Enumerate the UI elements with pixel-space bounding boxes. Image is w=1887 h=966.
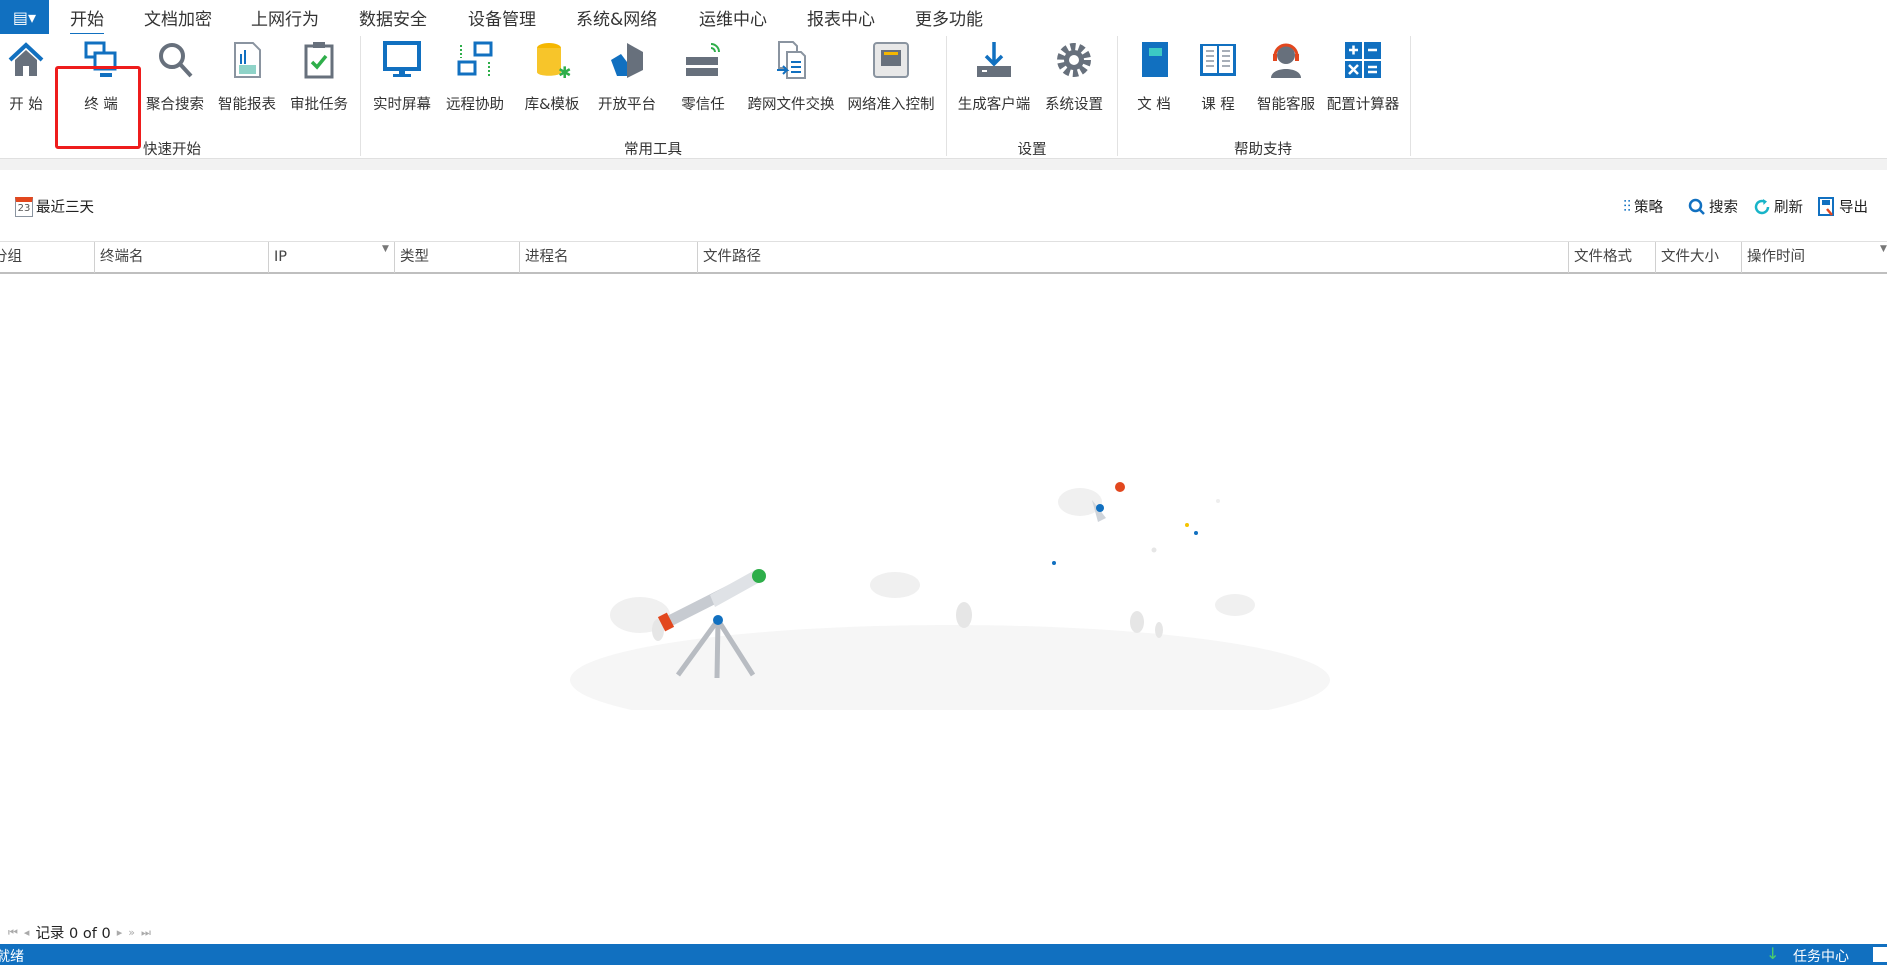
column-header-process-name[interactable]: 进程名 xyxy=(519,242,697,273)
menu-tab-bar: ▤▾ 开始 文档加密 上网行为 数据安全 设备管理 系统&网络 运维中心 报表中… xyxy=(0,0,1887,36)
next-group-icon[interactable]: » xyxy=(128,926,135,939)
download-icon xyxy=(977,42,1011,77)
first-page-icon[interactable]: ⏮ xyxy=(8,926,18,940)
ribbon-config-calculator-button[interactable]: 配置计算器 xyxy=(1323,40,1403,120)
group-label-common-tools: 常用工具 xyxy=(624,142,682,158)
status-text: 就绪 xyxy=(0,949,24,965)
search-icon xyxy=(1688,198,1705,215)
tab-ops-center[interactable]: 运维中心 xyxy=(699,5,767,30)
export-button[interactable]: 导出 xyxy=(1818,196,1868,217)
open-book-icon xyxy=(1200,44,1236,76)
app-menu-icon: ▤▾ xyxy=(12,7,37,27)
column-header-group[interactable]: 分组 xyxy=(0,242,94,273)
tab-device-mgmt[interactable]: 设备管理 xyxy=(468,5,536,30)
calendar-icon: 23 xyxy=(15,196,33,217)
filter-icon[interactable]: ▼ xyxy=(382,244,389,254)
list-toolbar: 23 最近三天 ⫶⫶ 策略 搜索 刷新 导出 xyxy=(0,190,1887,222)
ribbon-network-access-button[interactable]: 网络准入控制 xyxy=(848,40,935,120)
tab-report-center[interactable]: 报表中心 xyxy=(807,5,875,30)
column-header-operation-time[interactable]: 操作时间 xyxy=(1741,242,1887,273)
remote-assist-icon xyxy=(457,41,493,76)
search-icon xyxy=(159,43,193,78)
tab-data-security[interactable]: 数据安全 xyxy=(359,5,427,30)
refresh-icon xyxy=(1754,198,1770,214)
sliders-icon: ⫶⫶ xyxy=(1623,196,1632,216)
column-header-file-path[interactable]: 文件路径 xyxy=(697,242,1568,273)
group-divider xyxy=(1117,36,1118,156)
tab-start[interactable]: 开始 xyxy=(70,5,104,36)
book-icon xyxy=(1142,42,1168,77)
policy-button[interactable]: ⫶⫶ 策略 xyxy=(1623,196,1663,217)
next-page-icon[interactable]: ▸ xyxy=(117,926,123,939)
network-port-icon xyxy=(873,42,909,78)
database-icon: ✱ xyxy=(537,43,571,80)
home-icon xyxy=(8,42,44,76)
task-center-button[interactable]: 任务中心 xyxy=(1793,946,1849,966)
calculator-icon xyxy=(1345,42,1381,78)
report-icon xyxy=(234,42,261,78)
group-label-help: 帮助支持 xyxy=(1234,142,1292,158)
group-divider xyxy=(946,36,947,156)
svg-text:✱: ✱ xyxy=(558,63,571,80)
group-divider xyxy=(1410,36,1411,156)
date-range-button[interactable]: 23 最近三天 xyxy=(15,196,94,217)
tab-system-network[interactable]: 系统&网络 xyxy=(576,5,657,30)
tab-more[interactable]: 更多功能 xyxy=(915,5,983,30)
ribbon-cross-network-file-button[interactable]: 跨网文件交换 xyxy=(748,40,835,120)
export-icon xyxy=(1818,196,1834,216)
app-menu-button[interactable]: ▤▾ xyxy=(0,0,49,34)
ribbon-bottom-strip xyxy=(0,158,1887,170)
ribbon: 开 始 终 端 聚合搜索 智能报表 审批任务 实时屏幕 远程协助 ✱ 库&模板 … xyxy=(0,34,1887,158)
server-wifi-icon xyxy=(686,43,720,76)
gear-icon xyxy=(1057,43,1091,77)
file-transfer-icon xyxy=(777,41,806,79)
empty-state-illustration xyxy=(570,482,1330,710)
filter-icon[interactable]: ▼ xyxy=(1880,244,1887,254)
record-count: 记录 0 of 0 xyxy=(35,926,111,942)
pager: ⏮ ◂ 记录 0 of 0 ▸ » ⏭ xyxy=(8,922,151,943)
group-divider xyxy=(360,36,361,156)
cube-icon xyxy=(611,43,643,78)
column-header-file-format[interactable]: 文件格式 xyxy=(1568,242,1655,273)
column-header-terminal-name[interactable]: 终端名 xyxy=(94,242,268,273)
panel-toggle-icon[interactable] xyxy=(1873,947,1887,962)
status-bar: 就绪 ↓ 任务中心 xyxy=(0,944,1887,965)
highlight-box xyxy=(55,66,141,149)
column-header-file-size[interactable]: 文件大小 xyxy=(1655,242,1741,273)
download-arrow-icon: ↓ xyxy=(1766,944,1780,963)
clipboard-check-icon xyxy=(304,42,334,79)
headset-support-icon xyxy=(1271,43,1301,78)
column-header-type[interactable]: 类型 xyxy=(394,242,519,273)
tab-doc-encrypt[interactable]: 文档加密 xyxy=(144,5,212,30)
table-header: 分组 终端名 IP ▼ 类型 进程名 文件路径 文件格式 文件大小 操作时间 ▼ xyxy=(0,241,1887,274)
column-header-ip[interactable]: IP xyxy=(268,242,394,273)
search-button[interactable]: 搜索 xyxy=(1688,196,1738,217)
group-label-settings: 设置 xyxy=(1017,142,1047,158)
monitor-icon xyxy=(383,41,421,77)
refresh-button[interactable]: 刷新 xyxy=(1753,196,1803,217)
prev-page-icon[interactable]: ◂ xyxy=(24,926,30,939)
last-page-icon[interactable]: ⏭ xyxy=(141,926,151,940)
tab-web-behavior[interactable]: 上网行为 xyxy=(251,5,319,30)
group-label-quick-start: 快速开始 xyxy=(143,142,201,158)
